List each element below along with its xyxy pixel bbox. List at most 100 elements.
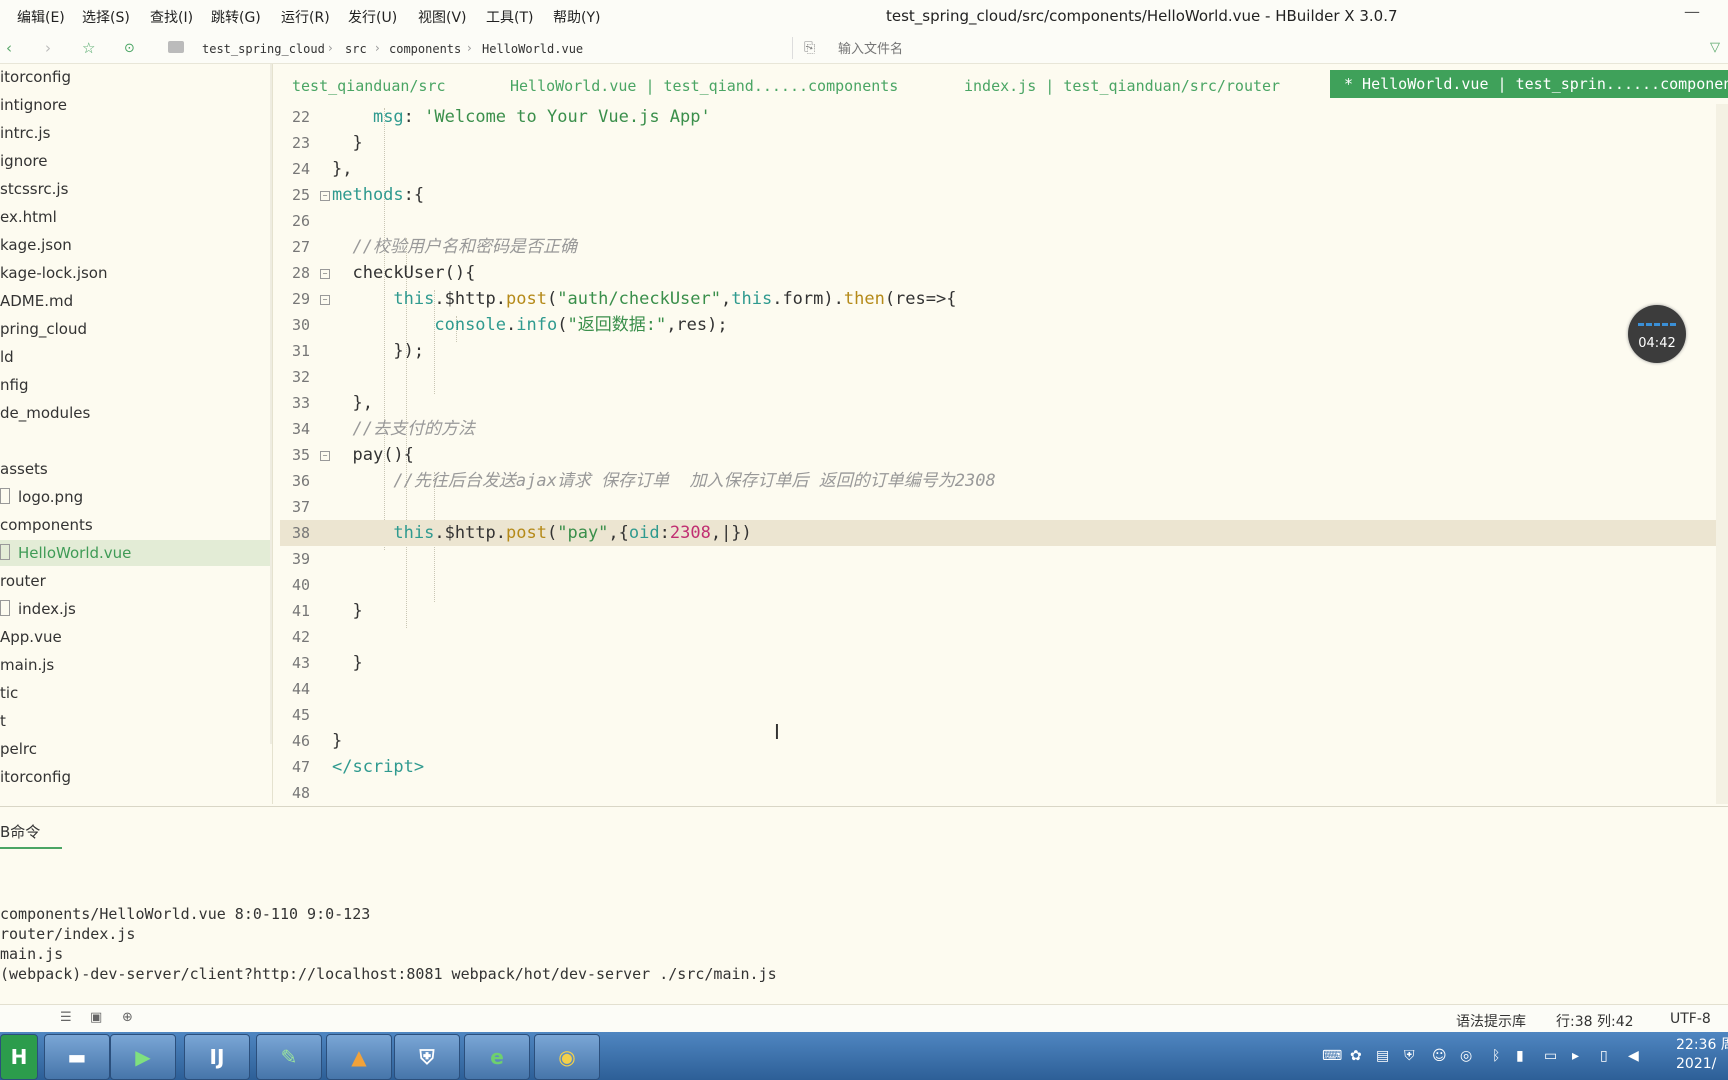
sidebar-scrollbar[interactable] [270,64,272,744]
fold-icon[interactable]: − [320,451,330,461]
tree-item[interactable]: kage.json [0,232,272,258]
tree-item[interactable]: de_modules [0,400,272,426]
wechat-icon[interactable]: ☺ [1432,1048,1447,1064]
code-line[interactable]: 23 } [280,130,1716,156]
fold-icon[interactable]: − [320,295,330,305]
tree-item[interactable]: kage-lock.json [0,260,272,286]
list-icon[interactable]: ☰ [60,1010,72,1025]
current-code-line[interactable]: 38 this.$http.post("pay",{oid:2308,|}) [280,520,1716,546]
code-line[interactable]: 31 }); [280,338,1716,364]
menu-publish[interactable]: 发行(U) [348,7,397,27]
tree-item[interactable]: ex.html [0,204,272,230]
tree-item[interactable]: ignore [0,148,272,174]
code-line[interactable]: 24}, [280,156,1716,182]
code-line[interactable]: 47 </script> [280,754,1716,780]
syntax-library[interactable]: 语法提示库 [1456,1011,1526,1031]
code-line[interactable]: 44 [280,676,1716,702]
folder-icon[interactable]: ▬ [44,1034,110,1080]
minimap[interactable] [1716,104,1728,804]
tree-item[interactable]: stcssrc.js [0,176,272,202]
menu-edit[interactable]: 编辑(E) [17,7,65,27]
menu-find[interactable]: 查找(I) [150,7,193,27]
flower-icon[interactable]: ✿ [1350,1048,1362,1064]
code-line[interactable]: 40 [280,572,1716,598]
forward-arrow-icon[interactable]: › [45,39,51,57]
tree-item[interactable] [0,428,272,454]
tree-item[interactable]: App.vue [0,624,272,650]
globe-icon[interactable]: ⊕ [122,1010,133,1025]
keyboard-icon[interactable]: ⌨ [1322,1048,1342,1064]
tab-index-router[interactable]: index.js | test_qianduan/src/router [964,77,1280,95]
breadcrumb-item[interactable]: components [389,42,461,56]
code-line[interactable]: 37 [280,494,1716,520]
code-editor[interactable]: 22 msg: 'Welcome to Your Vue.js App' 23 }… [280,104,1716,804]
code-line[interactable]: 42 [280,624,1716,650]
app-icon[interactable]: ▲ [326,1034,392,1080]
run-icon[interactable]: ⊙ [124,41,135,56]
file-search-input[interactable] [836,37,1728,61]
menu-view[interactable]: 视图(V) [418,7,467,27]
code-line[interactable]: 41 } [280,598,1716,624]
tab-helloworld-qianduan[interactable]: HelloWorld.vue | test_qiand......compone… [510,77,898,95]
system-clock[interactable]: 22:36 周 2021/ [1676,1036,1728,1074]
tree-item[interactable]: components [0,512,272,538]
media-player-icon[interactable]: ▶ [110,1034,176,1080]
back-arrow-icon[interactable]: ‹ [6,39,12,57]
menu-tools[interactable]: 工具(T) [486,7,533,27]
shield-app-icon[interactable]: ⛨ [394,1034,460,1080]
tree-item[interactable]: itorconfig [0,64,272,90]
tree-item[interactable]: tic [0,680,272,706]
tree-item[interactable]: ld [0,344,272,370]
tree-item[interactable]: HelloWorld.vue [0,540,272,566]
hbuilder-icon[interactable]: H [0,1034,38,1080]
menu-run[interactable]: 运行(R) [281,7,330,27]
qq-icon[interactable]: ◎ [1460,1048,1472,1064]
code-line[interactable]: 35− pay(){ [280,442,1716,468]
tree-item[interactable]: ADME.md [0,288,272,314]
play-icon[interactable]: ▸ [1572,1048,1579,1064]
tree-item[interactable]: itorconfig [0,764,272,790]
security-icon[interactable]: ⛨ [1404,1048,1415,1064]
console-tab[interactable]: B命令 [0,821,62,849]
code-line[interactable]: 32 [280,364,1716,390]
tree-item[interactable]: assets [0,456,272,482]
code-line[interactable]: 45 [280,702,1716,728]
tree-item[interactable]: pring_cloud [0,316,272,342]
code-line[interactable]: 27 //校验用户名和密码是否正确 [280,234,1716,260]
code-line[interactable]: 39 [280,546,1716,572]
code-line[interactable]: 28− checkUser(){ [280,260,1716,286]
code-line[interactable]: 26 [280,208,1716,234]
code-line[interactable]: 46} [280,728,1716,754]
minimize-button[interactable]: — [1684,2,1700,21]
filter-icon[interactable]: ▽ [1710,40,1720,55]
battery-icon[interactable]: ▯ [1600,1048,1608,1064]
intellij-icon[interactable]: IJ [184,1034,250,1080]
chrome-icon[interactable]: ◉ [534,1034,600,1080]
code-line[interactable]: 48 [280,780,1716,804]
menu-help[interactable]: 帮助(Y) [553,7,600,27]
code-line[interactable]: 30 console.info("返回数据:",res); [280,312,1716,338]
tree-item[interactable]: nfig [0,372,272,398]
code-line[interactable]: 25− methods:{ [280,182,1716,208]
tree-item[interactable]: pelrc [0,736,272,762]
tree-item[interactable]: router [0,568,272,594]
signal-icon[interactable]: ▮ [1516,1048,1524,1064]
tree-item[interactable]: index.js [0,596,272,622]
browser-ie-icon[interactable]: e [464,1034,530,1080]
volume-icon[interactable]: ◀ [1628,1048,1639,1064]
fold-icon[interactable]: − [320,191,330,201]
code-line[interactable]: 22 msg: 'Welcome to Your Vue.js App' [280,104,1716,130]
breadcrumb-item[interactable]: src [345,42,367,56]
star-icon[interactable]: ☆ [82,39,95,57]
menu-select[interactable]: 选择(S) [82,7,130,27]
code-line[interactable]: 33 }, [280,390,1716,416]
menu-goto[interactable]: 跳转(G) [211,7,261,27]
fold-icon[interactable]: − [320,269,330,279]
breadcrumb-item[interactable]: HelloWorld.vue [482,42,583,56]
bluetooth-icon[interactable]: ᛒ [1492,1048,1500,1064]
network-icon[interactable]: ▤ [1376,1048,1389,1064]
monitor-icon[interactable]: ▭ [1544,1048,1557,1064]
code-line[interactable]: 43 } [280,650,1716,676]
tree-item[interactable]: t [0,708,272,734]
tab-qianduan-src[interactable]: test_qianduan/src [292,77,446,95]
